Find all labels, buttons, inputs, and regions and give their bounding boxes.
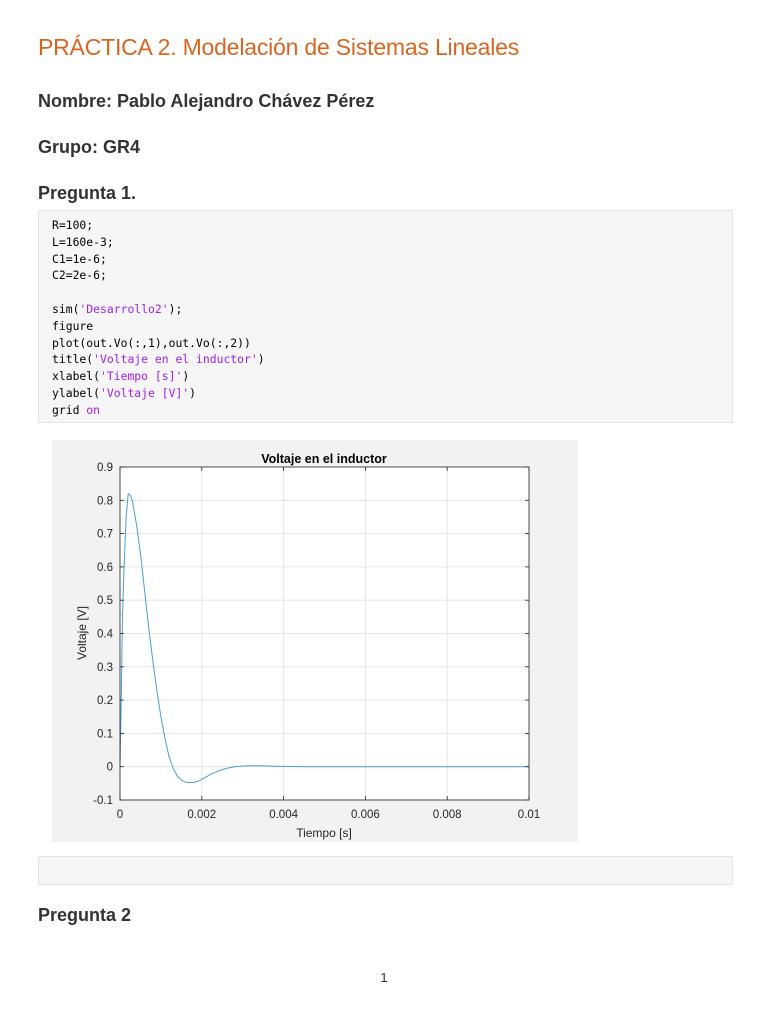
y-tick-label: 0.8 bbox=[97, 495, 113, 507]
y-tick-label: 0.4 bbox=[97, 629, 114, 641]
y-tick-label: 0.5 bbox=[97, 595, 113, 607]
chart-title: Voltaje en el inductor bbox=[261, 452, 387, 466]
x-tick-label: 0 bbox=[117, 809, 123, 821]
code-text: R=100; bbox=[52, 218, 94, 232]
y-tick-label: 0.7 bbox=[97, 529, 113, 541]
code-line: C1=1e-6; bbox=[52, 251, 732, 268]
page-number: 1 bbox=[380, 970, 388, 985]
code-keyword: on bbox=[86, 402, 101, 417]
question-1-heading: Pregunta 1. bbox=[38, 183, 137, 203]
document-title: PRÁCTICA 2. Modelación de Sistemas Linea… bbox=[38, 34, 520, 60]
code-text: C1=1e-6; bbox=[52, 251, 107, 266]
code-text: ) bbox=[182, 369, 190, 384]
y-tick-label: 0 bbox=[107, 762, 113, 774]
code-line: grid on bbox=[52, 402, 732, 419]
code-text: title( bbox=[52, 352, 94, 367]
code-text: figure bbox=[52, 318, 94, 333]
y-tick-label: 0.6 bbox=[97, 562, 113, 574]
code-line: ylabel('Voltaje [V]') bbox=[52, 385, 732, 402]
x-tick-label: 0.006 bbox=[351, 809, 380, 821]
figure-panel: 0 0.002 0.004 0.006 0.008 0.01 -0.1 0 0.1 0.2 0.3 0… bbox=[52, 440, 578, 842]
code-line: xlabel('Tiempo [s]') bbox=[52, 368, 732, 385]
x-tick-label: 0.002 bbox=[187, 809, 216, 821]
y-tick-label: 0.9 bbox=[97, 462, 113, 474]
code-string: 'Desarrollo2' bbox=[79, 301, 169, 316]
code-string: 'Voltaje en el inductor' bbox=[93, 352, 258, 367]
code-text: ); bbox=[168, 301, 183, 316]
code-line: figure bbox=[52, 318, 732, 335]
code-text: ) bbox=[257, 352, 265, 367]
code-line: L=160e-3; bbox=[52, 234, 732, 251]
x-tick-label: 0.004 bbox=[269, 809, 298, 821]
code-string: 'Voltaje [V]' bbox=[100, 385, 190, 400]
code-line: title('Voltaje en el inductor') bbox=[52, 351, 732, 368]
y-tick-label: 0.1 bbox=[97, 728, 113, 740]
code-text: ylabel( bbox=[52, 385, 101, 400]
code-line: R=100; bbox=[52, 217, 732, 234]
x-axis-label: Tiempo [s] bbox=[296, 826, 352, 840]
code-text: grid bbox=[52, 402, 87, 417]
code-line: sim('Desarrollo2'); bbox=[52, 301, 732, 318]
code-text: xlabel( bbox=[52, 369, 101, 384]
y-axis-label: Voltaje [V] bbox=[75, 606, 89, 660]
code-text: sim( bbox=[52, 301, 80, 316]
y-tick-label: 0.2 bbox=[97, 695, 113, 707]
code-text: L=160e-3; bbox=[52, 234, 114, 249]
y-tick-label: -0.1 bbox=[93, 795, 113, 807]
student-name: Nombre: Pablo Alejandro Chávez Pérez bbox=[38, 91, 375, 111]
code-line: C2=2e-6; bbox=[52, 267, 732, 284]
x-tick-label: 0.01 bbox=[518, 809, 540, 821]
code-text: C2=2e-6; bbox=[52, 268, 107, 283]
x-tick-label: 0.008 bbox=[433, 809, 462, 821]
question-2-heading: Pregunta 2 bbox=[38, 905, 132, 925]
code-line: plot(out.Vo(:,1),out.Vo(:,2)) bbox=[52, 335, 732, 352]
line-chart: 0 0.002 0.004 0.006 0.008 0.01 -0.1 0 0.1 0.2 0.3 0… bbox=[75, 452, 540, 840]
code-text: plot(out.Vo(:,1),out.Vo(:,2)) bbox=[52, 335, 251, 350]
code-block[interactable]: R=100; L=160e-3; C1=1e-6; C2=2e-6; sim('Desa… bbox=[38, 210, 733, 423]
code-string: 'Tiempo [s]' bbox=[100, 369, 183, 384]
group-label: Grupo: GR4 bbox=[38, 137, 140, 157]
code-text: ) bbox=[189, 385, 197, 400]
y-tick-label: 0.3 bbox=[97, 662, 113, 674]
empty-code-block[interactable] bbox=[38, 856, 733, 885]
